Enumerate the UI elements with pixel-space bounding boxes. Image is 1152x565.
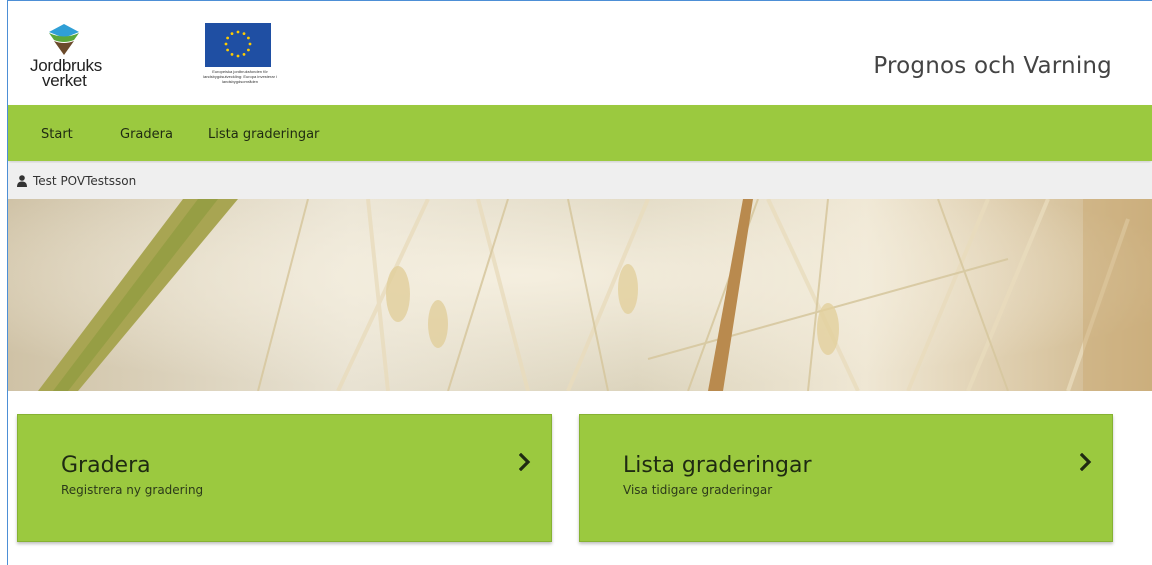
jordbruksverket-logo-mark-icon — [49, 24, 79, 55]
user-icon — [17, 175, 27, 187]
wheat-field-image — [8, 199, 1152, 391]
card-lista-title: Lista graderingar — [623, 453, 812, 478]
nav-item-start[interactable]: Start — [41, 127, 73, 142]
user-name[interactable]: Test POVTestsson — [33, 174, 136, 188]
logo-text: Jordbruks verket — [30, 57, 130, 90]
nav-item-gradera[interactable]: Gradera — [120, 127, 173, 142]
user-bar: Test POVTestsson — [8, 163, 1152, 200]
eu-flag-icon — [205, 23, 271, 67]
logo-text-line2: verket — [42, 71, 87, 90]
header: Jordbruks verket Europeiska jordbruksfon… — [8, 1, 1152, 105]
card-lista-graderingar[interactable]: Lista graderingar Visa tidigare graderin… — [579, 414, 1113, 542]
card-lista-subtitle: Visa tidigare graderingar — [623, 483, 773, 497]
app-title: Prognos och Varning — [873, 53, 1112, 79]
card-gradera-title: Gradera — [61, 453, 151, 478]
hero-image — [8, 199, 1152, 391]
eu-logo: Europeiska jordbruksfonden för landsbygd… — [196, 23, 286, 93]
card-gradera[interactable]: Gradera Registrera ny gradering — [17, 414, 552, 542]
main-nav: Start Gradera Lista graderingar — [8, 105, 1152, 161]
eu-caption: Europeiska jordbruksfonden för landsbygd… — [203, 69, 277, 84]
jordbruksverket-logo[interactable]: Jordbruks verket — [26, 23, 126, 95]
nav-item-lista-graderingar[interactable]: Lista graderingar — [208, 127, 319, 142]
card-gradera-subtitle: Registrera ny gradering — [61, 483, 204, 497]
app-frame: Jordbruks verket Europeiska jordbruksfon… — [7, 0, 1152, 565]
chevron-right-icon — [519, 453, 531, 471]
chevron-right-icon — [1080, 453, 1092, 471]
